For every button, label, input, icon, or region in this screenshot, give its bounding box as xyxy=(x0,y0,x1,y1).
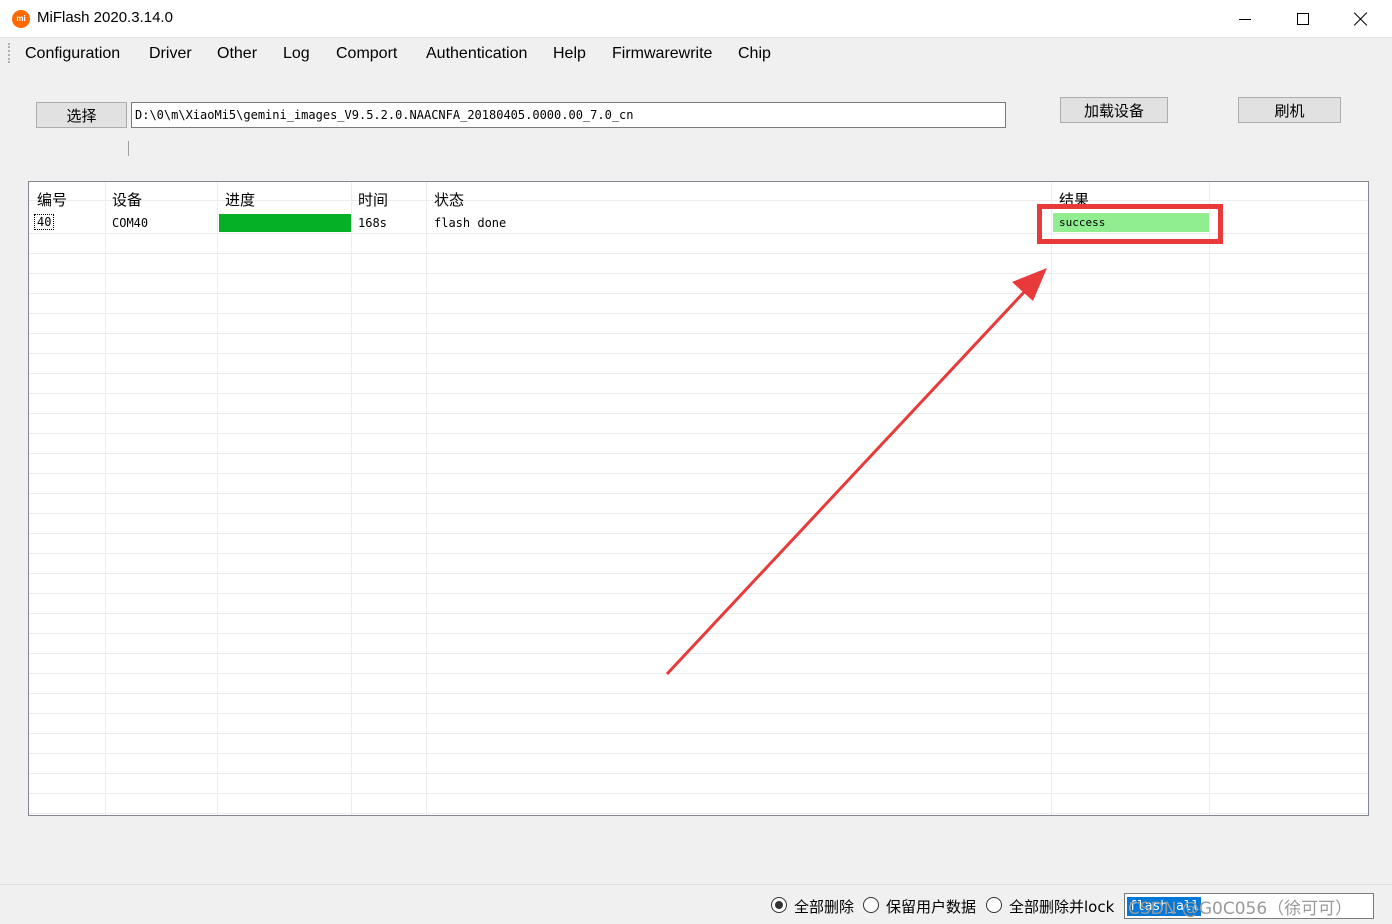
arrow-head xyxy=(1012,268,1047,301)
radio-erase-all[interactable] xyxy=(771,897,787,913)
arrow-shaft xyxy=(665,288,1028,676)
status-bar: 全部删除 保留用户数据 全部删除并lock flash_all CSDN @G0… xyxy=(0,884,1392,924)
annotation-arrow xyxy=(665,268,1047,676)
radio-keep-user-data-label[interactable]: 保留用户数据 xyxy=(886,896,976,917)
csdn-watermark: CSDN @G0C056（徐可可） xyxy=(1128,899,1353,919)
radio-erase-all-lock[interactable] xyxy=(986,897,1002,913)
radio-erase-all-label[interactable]: 全部删除 xyxy=(794,896,854,917)
radio-erase-all-lock-label[interactable]: 全部删除并lock xyxy=(1009,896,1114,917)
radio-keep-user-data[interactable] xyxy=(863,897,879,913)
